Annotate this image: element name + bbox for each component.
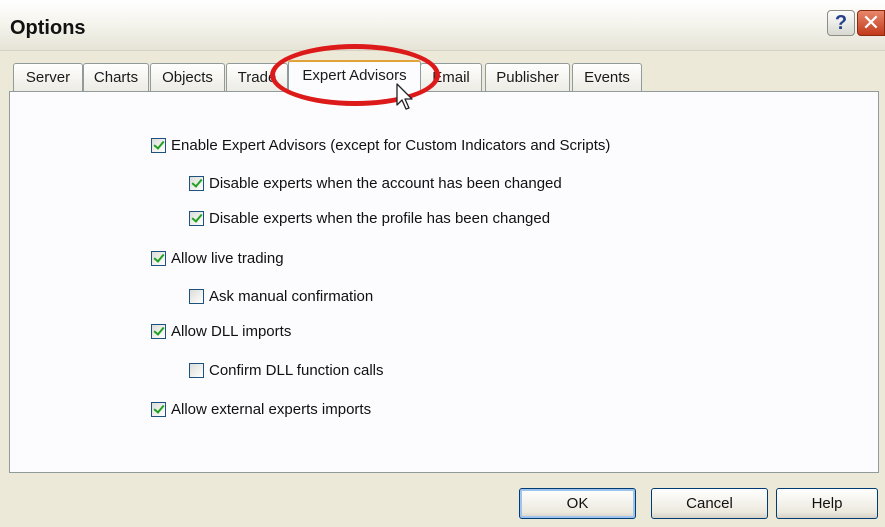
option-label: Ask manual confirmation: [209, 287, 374, 305]
option-ask-manual-confirmation[interactable]: Ask manual confirmation: [189, 286, 373, 306]
option-label: Allow external experts imports: [171, 400, 372, 418]
tab-email[interactable]: Email: [420, 63, 482, 91]
option-label: Confirm DLL function calls: [209, 361, 384, 379]
expert-advisors-panel: Enable Expert Advisors (except for Custo…: [9, 91, 879, 473]
checkbox[interactable]: [189, 175, 204, 191]
option-enable-expert-advisors[interactable]: Enable Expert Advisors (except for Custo…: [151, 135, 610, 155]
arrow-cursor-icon: [396, 83, 413, 110]
option-label: Disable experts when the account has bee…: [209, 174, 562, 192]
cancel-button[interactable]: Cancel: [651, 488, 768, 519]
help-button[interactable]: Help: [776, 488, 878, 519]
checkbox[interactable]: [189, 362, 204, 378]
close-icon: ✕: [861, 10, 881, 35]
tab-server[interactable]: Server: [13, 63, 83, 91]
tab-strip: Server Charts Objects Trade Expert Advis…: [13, 60, 873, 92]
option-disable-on-profile-change[interactable]: Disable experts when the profile has bee…: [189, 208, 550, 228]
option-disable-on-account-change[interactable]: Disable experts when the account has bee…: [189, 173, 562, 193]
option-allow-dll-imports[interactable]: Allow DLL imports: [151, 321, 291, 341]
option-label: Enable Expert Advisors (except for Custo…: [171, 136, 611, 154]
option-label: Allow live trading: [171, 249, 284, 267]
title-bar: Options ? ✕: [0, 0, 885, 51]
checkbox[interactable]: [189, 288, 204, 304]
question-icon: ?: [834, 12, 848, 34]
tab-events[interactable]: Events: [572, 63, 642, 91]
checkbox[interactable]: [151, 250, 166, 266]
tab-charts[interactable]: Charts: [83, 63, 149, 91]
ok-button[interactable]: OK: [519, 488, 636, 519]
close-title-button[interactable]: ✕: [857, 10, 885, 36]
checkbox[interactable]: [151, 137, 166, 153]
option-label: Allow DLL imports: [171, 322, 292, 340]
tab-publisher[interactable]: Publisher: [485, 63, 570, 91]
checkbox[interactable]: [189, 210, 204, 226]
tab-objects[interactable]: Objects: [150, 63, 225, 91]
option-label: Disable experts when the profile has bee…: [209, 209, 551, 227]
help-title-button[interactable]: ?: [827, 10, 855, 36]
option-confirm-dll-calls[interactable]: Confirm DLL function calls: [189, 360, 384, 380]
window-title: Options: [10, 17, 86, 39]
tab-trade[interactable]: Trade: [226, 63, 288, 91]
checkbox[interactable]: [151, 401, 166, 417]
option-allow-external-experts-imports[interactable]: Allow external experts imports: [151, 399, 371, 419]
checkbox[interactable]: [151, 323, 166, 339]
option-allow-live-trading[interactable]: Allow live trading: [151, 248, 284, 268]
